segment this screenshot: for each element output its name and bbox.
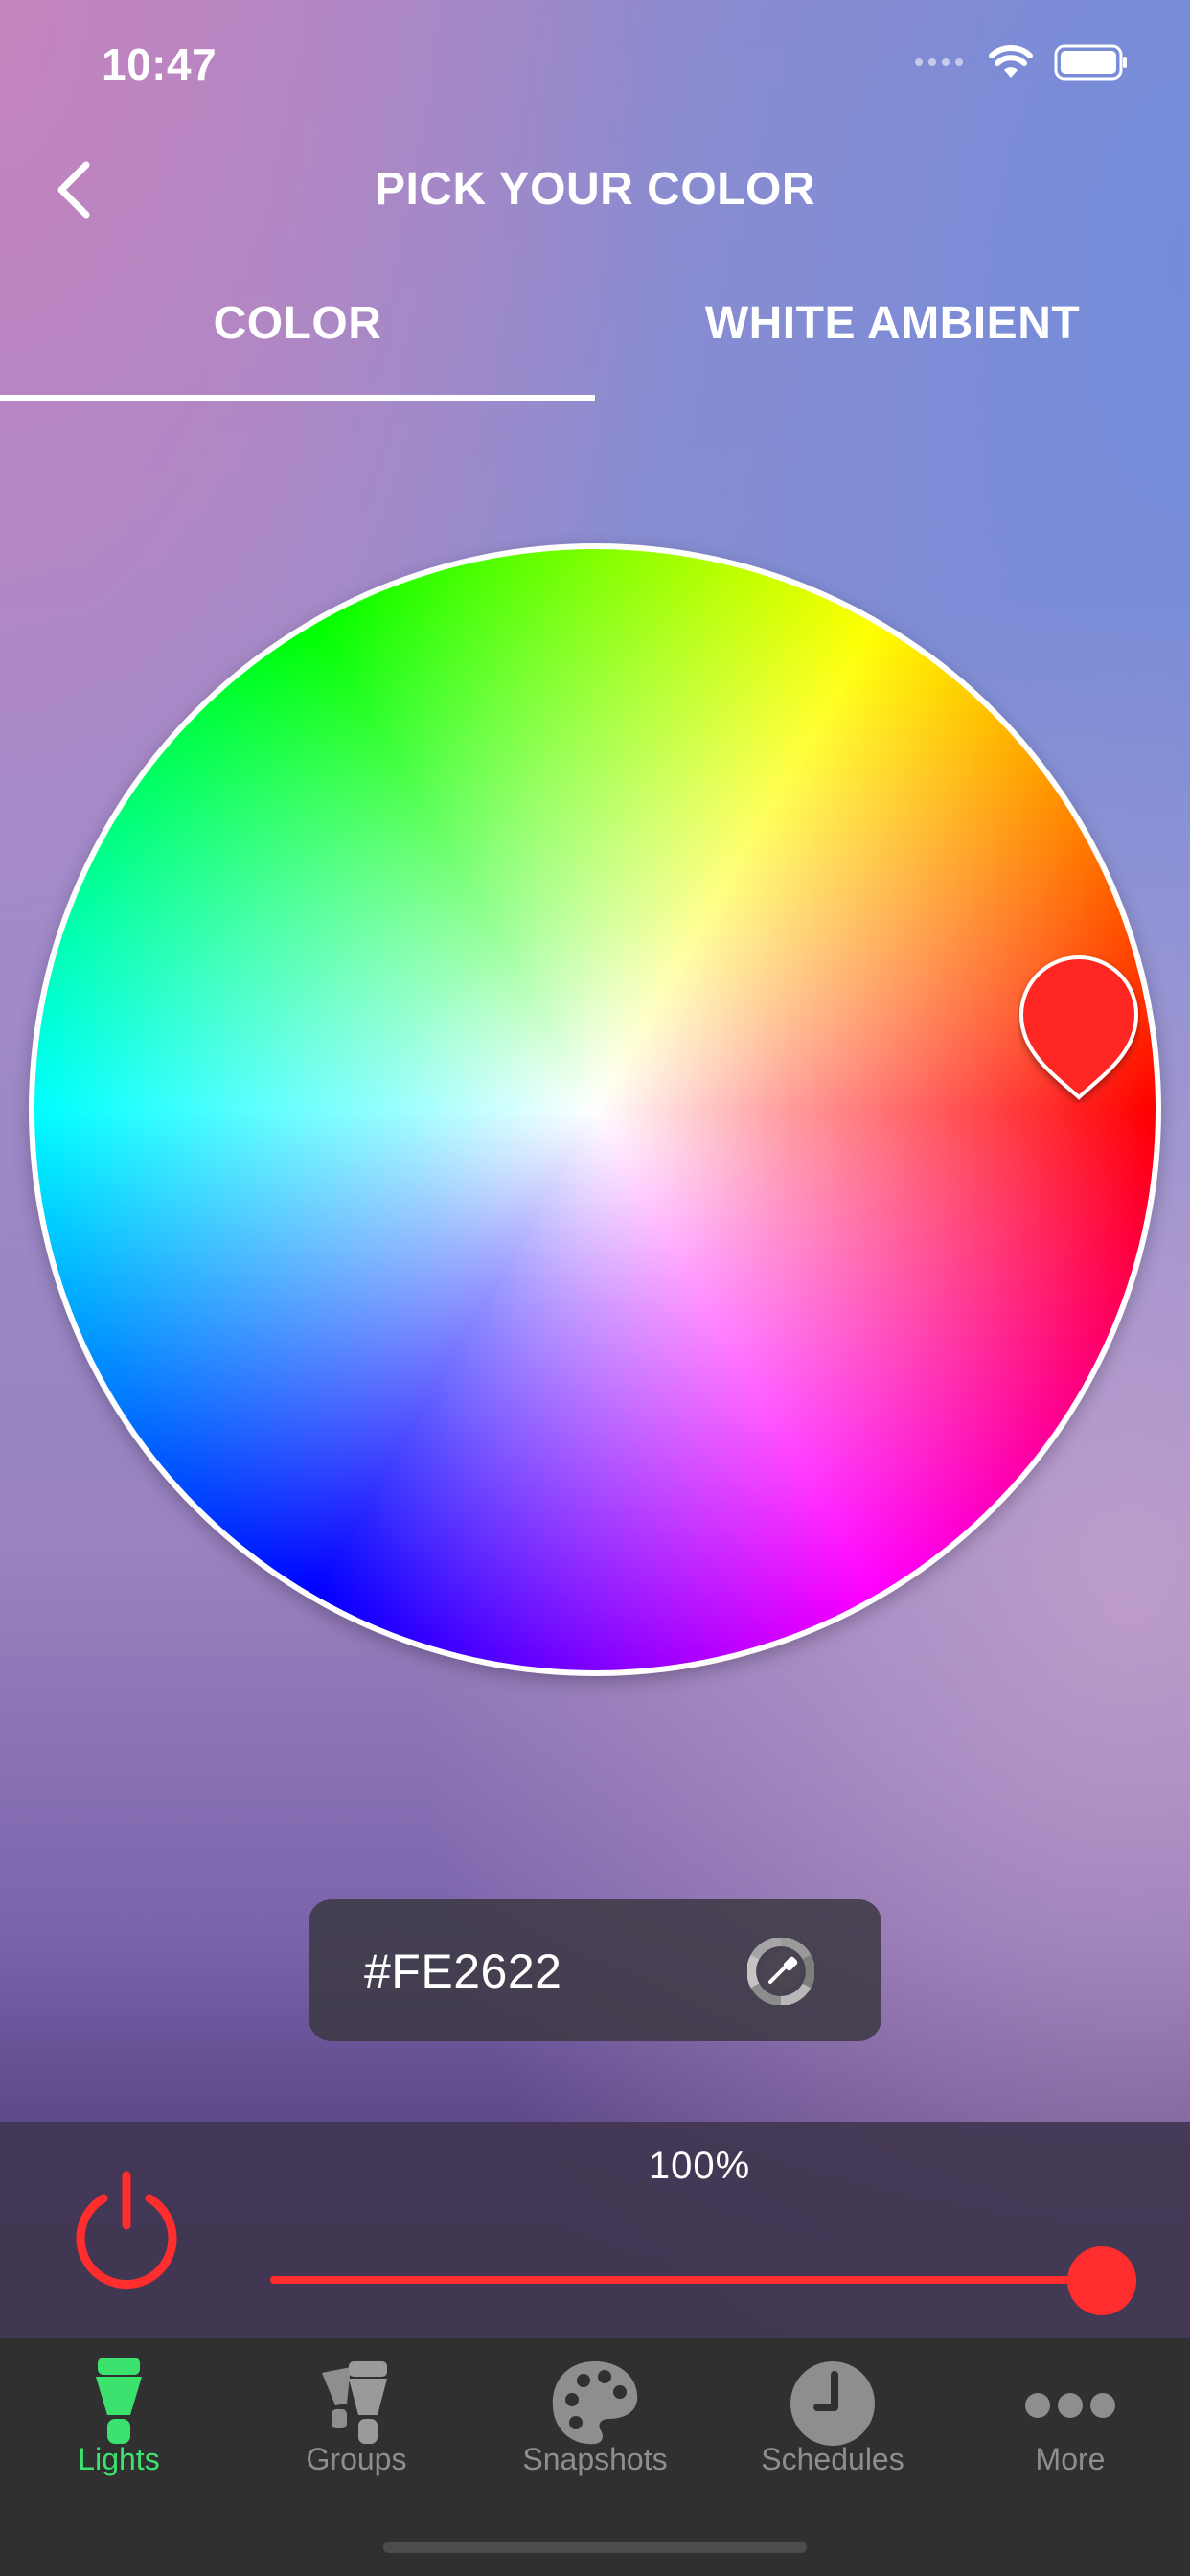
group-bulbs-icon [322, 2361, 387, 2444]
palette-icon [552, 2361, 638, 2445]
color-wheel[interactable] [29, 543, 1161, 1676]
tab-groups-label: Groups [306, 2442, 407, 2476]
tab-lights-label: Lights [78, 2442, 160, 2476]
clock-icon [790, 2361, 875, 2446]
picker-pin-icon [1018, 955, 1139, 1100]
brightness-value: 100% [648, 2145, 751, 2187]
wifi-icon [989, 45, 1033, 78]
color-wheel-saturation [34, 549, 1156, 1670]
color-picker-handle[interactable] [1018, 952, 1140, 1103]
tab-schedules-label: Schedules [761, 2442, 904, 2476]
tab-more-label: More [1035, 2442, 1106, 2476]
eyedropper-button[interactable] [746, 1937, 815, 2006]
signal-icon [915, 58, 963, 66]
status-icons [914, 44, 1129, 80]
tab-white-ambient[interactable]: WHITE AMBIENT [595, 297, 1190, 350]
bulb-icon [96, 2358, 142, 2444]
hex-color-box[interactable]: #FE2622 [309, 1899, 881, 2041]
battery-icon [1054, 44, 1127, 80]
tab-selected-indicator [0, 395, 595, 401]
power-icon [76, 2171, 177, 2289]
status-time: 10:47 [102, 39, 217, 89]
tab-snapshots[interactable]: Snapshots [476, 2338, 714, 2511]
eyedropper-icon [746, 1937, 815, 2006]
tab-bar: Lights Groups Snapshots Schedules More [0, 2338, 1190, 2576]
hex-color-value: #FE2622 [364, 1944, 562, 1998]
tab-more[interactable]: More [951, 2338, 1189, 2511]
light-control-panel: 100% [0, 2122, 1190, 2338]
tab-schedules[interactable]: Schedules [714, 2338, 951, 2511]
power-button[interactable] [69, 2170, 184, 2289]
tab-snapshots-label: Snapshots [522, 2442, 668, 2476]
tab-lights[interactable]: Lights [0, 2338, 238, 2511]
brightness-slider-thumb[interactable] [1067, 2246, 1136, 2315]
tab-groups[interactable]: Groups [238, 2338, 475, 2511]
brightness-slider-track[interactable] [270, 2276, 1104, 2284]
page-title: PICK YOUR COLOR [375, 164, 815, 215]
tab-color[interactable]: COLOR [0, 297, 595, 350]
home-indicator [383, 2542, 807, 2553]
more-dots-icon [1025, 2393, 1115, 2418]
